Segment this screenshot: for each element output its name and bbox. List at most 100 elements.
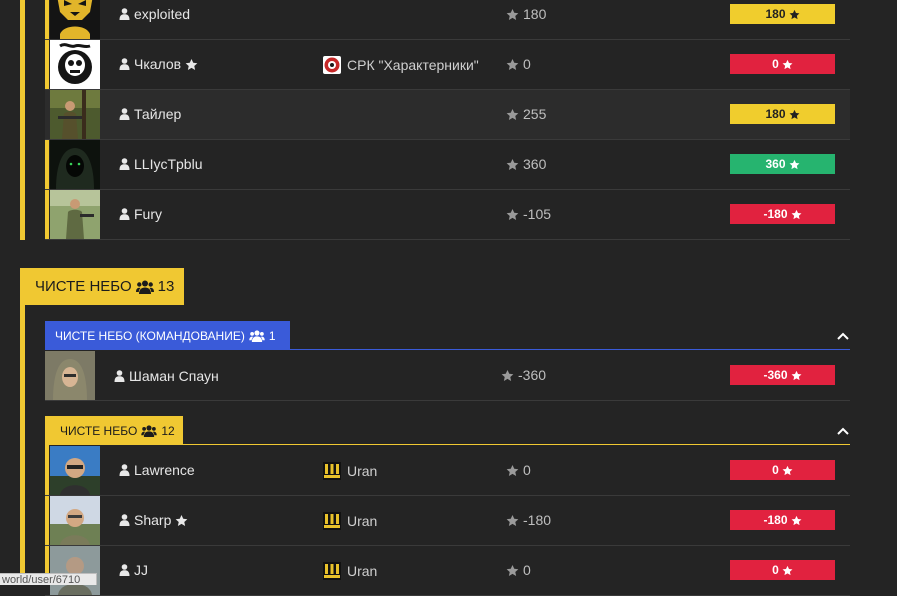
badge-star-icon [791,515,801,525]
user-icon [119,8,130,20]
user-icon [119,514,130,526]
avatar[interactable] [50,446,100,495]
faction-name: Uran [347,463,378,479]
faction-link[interactable]: СРК "Характерники" [323,56,479,74]
player-row[interactable]: Fury -105 -180 [45,190,850,240]
badge-value: 0 [772,563,779,577]
reputation-badge: -180 [730,204,835,224]
points: 0 [506,462,531,478]
star-icon [506,58,519,70]
avatar[interactable] [50,0,100,39]
points-value: 255 [523,106,547,122]
points-value: 360 [523,156,547,172]
main-subgroup-name: ЧИСТЕ НЕБО [60,423,138,438]
reputation-badge: 180 [730,4,835,24]
faction-link[interactable]: Uran [323,512,377,530]
favorite-star-icon [176,514,188,526]
player-name: Тайлер [134,106,182,122]
avatar[interactable] [50,40,100,89]
points-value: -180 [523,512,552,528]
badge-star-icon [791,209,801,219]
user-icon [114,370,125,382]
player-row[interactable]: Lawrence Uran 0 0 [45,446,850,496]
group-count: 13 [157,278,175,295]
faction-link[interactable]: Uran [323,562,377,580]
user-icon [119,208,130,220]
player-name: LLIycTpblu [134,156,203,172]
avatar[interactable] [50,90,100,139]
user-icon [119,108,130,120]
player-name-link[interactable]: Fury [119,206,162,222]
player-name-link[interactable]: Lawrence [119,462,195,478]
badge-value: 0 [772,57,779,71]
main-subgroup-count: 12 [161,423,175,438]
points-value: -360 [518,367,547,383]
badge-star-icon [782,465,793,475]
group-accent-bar-top [20,0,25,240]
player-row[interactable]: JJ Uran 0 0 [45,546,850,596]
points-value: -105 [523,206,552,222]
star-icon [506,514,519,526]
player-row[interactable]: Тайлер 255 180 [45,90,850,140]
badge-star-icon [791,370,801,380]
star-icon [501,369,514,381]
reputation-badge: 0 [730,54,835,74]
avatar[interactable] [45,351,95,400]
player-row[interactable]: exploited 180 180 [45,0,850,40]
favorite-star-icon [185,58,198,70]
avatar[interactable] [50,140,100,189]
player-name-link[interactable]: Sharp [119,512,188,528]
points: -180 [506,512,551,528]
users-icon [249,329,265,342]
star-icon [506,564,519,576]
skull-emblem-icon [323,56,341,74]
reputation-badge: 360 [730,154,835,174]
user-icon [119,158,130,170]
badge-value: 360 [765,157,786,171]
user-icon [119,464,130,476]
group-header[interactable]: ЧИСТЕ НЕБО 13 [20,268,184,305]
player-name: Шаман Спаун [129,368,219,384]
avatar[interactable] [50,546,100,595]
points-value: 0 [523,462,531,478]
avatar[interactable] [50,496,100,545]
badge-value: -360 [763,368,788,382]
link-status-bar: world/user/6710 [0,573,97,585]
uran-logo-icon [323,562,341,580]
group-name: ЧИСТЕ НЕБО [35,278,132,295]
player-name-link[interactable]: JJ [119,562,148,578]
player-name: JJ [134,562,148,578]
player-name-link[interactable]: exploited [119,6,190,22]
avatar[interactable] [50,190,100,239]
star-icon [506,464,519,476]
points: -105 [506,206,551,222]
points-value: 0 [523,56,531,72]
player-name-link[interactable]: Тайлер [119,106,181,122]
player-row[interactable]: Sharp Uran -180 -180 [45,496,850,546]
player-row[interactable]: LLIycTpblu 360 360 [45,140,850,190]
player-name-link[interactable]: Шаман Спаун [114,368,219,384]
star-icon [506,158,519,170]
badge-value: 0 [772,463,779,477]
player-name-link[interactable]: LLIycTpblu [119,156,202,172]
badge-value: 180 [765,107,786,121]
reputation-badge: 0 [730,460,835,480]
badge-star-icon [782,59,793,69]
points: 0 [506,562,531,578]
command-subgroup-header[interactable]: ЧИСТЕ НЕБО (КОМАНДОВАНИЕ) 1 [45,321,290,350]
star-icon [506,208,519,220]
badge-star-icon [789,159,799,169]
badge-value: -180 [763,513,788,527]
player-row[interactable]: Чкалов СРК "Характерники" 0 0 [45,40,850,90]
command-subgroup-name: ЧИСТЕ НЕБО (КОМАНДОВАНИЕ) [55,328,245,343]
player-name-link[interactable]: Чкалов [119,56,198,72]
main-subgroup-header[interactable]: ЧИСТЕ НЕБО 12 [45,416,183,445]
player-row[interactable]: Шаман Спаун -360 -360 [45,351,850,401]
faction-name: СРК "Характерники" [347,57,479,73]
player-name: exploited [134,6,191,22]
faction-link[interactable]: Uran [323,462,377,480]
collapse-chevron-icon[interactable] [836,426,850,436]
collapse-chevron-icon[interactable] [836,331,850,341]
player-name: Чкалов [134,56,182,72]
user-icon [119,564,130,576]
